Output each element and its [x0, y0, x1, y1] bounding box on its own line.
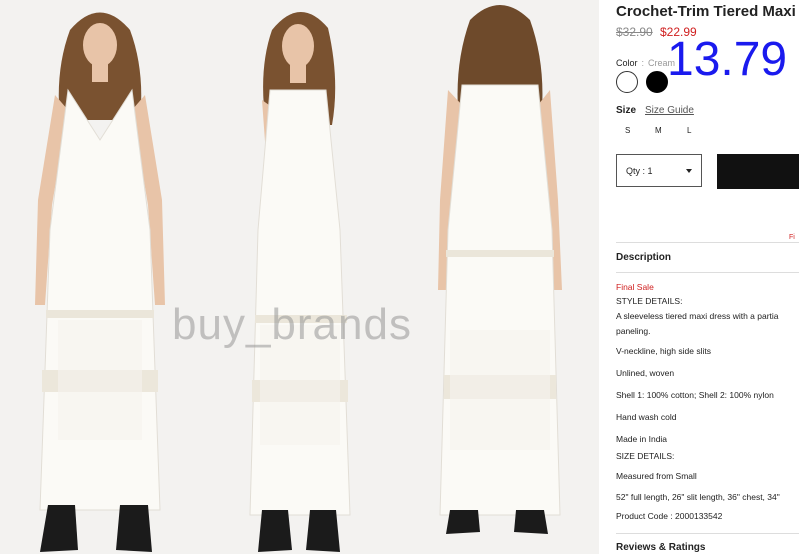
reviews-heading[interactable]: Reviews & Ratings [616, 542, 705, 553]
color-swatch-black[interactable] [646, 71, 668, 93]
description-line: Made in India [616, 434, 668, 444]
product-photo-front[interactable] [0, 0, 200, 554]
quantity-value: Qty : 1 [626, 166, 653, 176]
description-line: V-neckline, high side slits [616, 346, 711, 356]
size-option-l[interactable]: L [687, 126, 691, 135]
description-line: STYLE DETAILS: [616, 296, 683, 306]
caret-down-icon [686, 169, 692, 173]
description-line: Measured from Small [616, 471, 697, 481]
description-line: A sleeveless tiered maxi dress with a pa… [616, 311, 779, 321]
truncated-note: Fi [789, 234, 795, 241]
size-label: Size [616, 105, 637, 116]
size-option-s[interactable]: S [625, 126, 630, 135]
product-detail-panel: Crochet-Trim Tiered Maxi $32.90 $22.99 1… [599, 0, 799, 554]
description-line: paneling. [616, 326, 651, 336]
divider [616, 272, 799, 273]
selected-color-value: Cream [648, 58, 676, 68]
color-selector-label: Color: Cream [616, 58, 675, 68]
final-sale-label: Final Sale [616, 282, 654, 292]
overlay-price: 13.79 [667, 33, 788, 86]
product-title: Crochet-Trim Tiered Maxi [616, 3, 796, 20]
description-heading[interactable]: Description [616, 252, 671, 263]
size-option-m[interactable]: M [655, 126, 662, 135]
product-photo-back[interactable] [400, 0, 599, 554]
watermark-text: buy_brands [172, 300, 412, 349]
size-guide-link[interactable]: Size Guide [645, 105, 694, 116]
product-photo-gallery: buy_brands [0, 0, 599, 554]
color-swatch-cream[interactable] [616, 71, 638, 93]
color-separator: : [641, 58, 645, 68]
description-line: Unlined, woven [616, 368, 675, 378]
description-line: Shell 1: 100% cotton; Shell 2: 100% nylo… [616, 390, 774, 400]
original-price: $32.90 [616, 25, 653, 39]
quantity-select[interactable]: Qty : 1 [616, 154, 702, 187]
add-to-bag-button[interactable] [717, 154, 799, 189]
description-line: 52" full length, 26" slit length, 36" ch… [616, 492, 780, 502]
product-photo-side[interactable] [200, 0, 400, 554]
description-line: SIZE DETAILS: [616, 451, 675, 461]
product-code: Product Code : 2000133542 [616, 511, 723, 521]
divider [616, 242, 799, 243]
color-label: Color [616, 58, 638, 68]
divider [616, 533, 799, 534]
description-line: Hand wash cold [616, 412, 677, 422]
